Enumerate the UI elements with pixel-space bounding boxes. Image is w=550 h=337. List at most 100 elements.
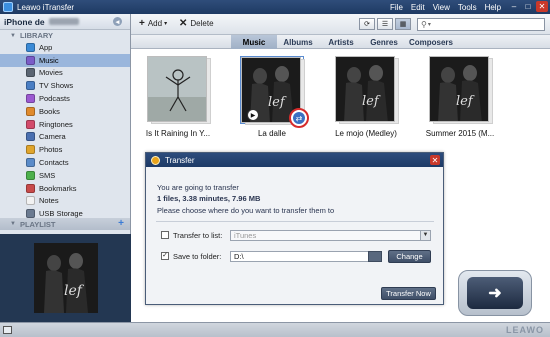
menu-edit[interactable]: Edit [411,3,425,12]
sidebar-item-label: Notes [39,196,59,206]
grid-view-icon[interactable]: ▦ [395,18,411,30]
sidebar-item-podcasts[interactable]: Podcasts [0,92,130,105]
collapse-triangle-icon: ▼ [10,32,16,39]
song-item[interactable]: lef Summer 2015 (M... [415,49,505,138]
album-art-summer-2015: lef [430,57,488,121]
sidebar-item-app[interactable]: App [0,41,130,54]
device-name-redacted [48,18,79,25]
title-bar: Leawo iTransfer File Edit View Tools Hel… [0,0,550,14]
play-icon[interactable]: ▶ [247,109,259,121]
transfer-song-button[interactable]: ⇄ [289,108,309,128]
album-art-le-mojo: lef [336,57,394,121]
photos-icon [26,145,35,155]
transfer-arrow-button[interactable]: ➜ [458,270,532,316]
song-grid: Is It Raining In Y... lef ▶ ⇄ La dalle l… [131,49,550,159]
library-header[interactable]: ▼ LIBRARY [0,30,130,41]
album-art-preview: lef [33,243,98,313]
sidebar-item-label: Camera [39,132,66,142]
sidebar-item-tv-shows[interactable]: TV Shows [0,79,130,92]
sidebar-item-sms[interactable]: SMS [0,169,130,182]
sidebar-item-camera[interactable]: Camera [0,131,130,144]
tab-artists[interactable]: Artists [321,35,361,49]
album-cover[interactable] [147,56,211,124]
transfer-arrows-icon: ⇄ [293,112,305,124]
now-playing-preview: lef [0,234,131,322]
sidebar-item-label: Podcasts [39,94,70,104]
ringtones-icon [26,119,35,129]
song-item[interactable]: lef Le mojo (Medley) [321,49,411,138]
playlist-header[interactable]: ▼ PLAYLIST + [0,218,130,230]
sidebar-item-ringtones[interactable]: Ringtones [0,118,130,131]
menu-tools[interactable]: Tools [458,3,477,12]
sidebar-item-photos[interactable]: Photos [0,143,130,156]
books-icon [26,106,35,116]
bookmarks-icon [26,183,35,193]
transfer-list-select[interactable]: iTunes ▼ [230,230,431,241]
sidebar-item-label: Books [39,106,60,116]
sidebar-item-label: Movies [39,68,63,78]
device-sync-icon[interactable]: ◂ [113,17,122,26]
album-cover[interactable]: lef [429,56,493,124]
sidebar-item-contacts[interactable]: Contacts [0,156,130,169]
podcasts-icon [26,94,35,104]
search-icon: ⚲ [421,20,427,29]
menu-file[interactable]: File [390,3,403,12]
transfer-to-list-checkbox[interactable] [161,231,169,239]
folder-icon[interactable] [368,251,382,262]
sidebar-item-label: Ringtones [39,119,73,129]
dialog-intro: You are going to transfer [157,183,239,192]
folder-path-field[interactable]: D:\ [230,251,381,262]
chevron-down-icon: ▾ [164,21,168,27]
add-button[interactable]: + Add ▾ [139,18,168,28]
sidebar-item-label: Photos [39,145,63,155]
music-icon [26,55,35,65]
transfer-to-list-label: Transfer to list: [173,231,223,240]
song-item-selected[interactable]: lef ▶ ⇄ La dalle [227,49,317,138]
close-icon[interactable]: ✕ [536,1,548,12]
change-button[interactable]: Change [388,250,431,263]
list-view-icon[interactable]: ☰ [377,18,393,30]
collapse-triangle-icon: ▼ [10,221,16,227]
svg-text:lef: lef [362,94,381,109]
menu-view[interactable]: View [433,3,450,12]
menu-bar: File Edit View Tools Help [390,0,509,14]
save-to-folder-checkbox[interactable]: ✓ [161,252,169,260]
album-cover[interactable]: lef [335,56,399,124]
song-title: Le mojo (Medley) [335,129,397,138]
song-item[interactable]: Is It Raining In Y... [133,49,223,138]
transfer-now-button[interactable]: Transfer Now [381,287,436,300]
tab-composers[interactable]: Composers [405,35,457,49]
song-title: La dalle [257,129,287,138]
sidebar-item-bookmarks[interactable]: Bookmarks [0,182,130,195]
toggle-preview-icon[interactable] [3,326,12,334]
sidebar-item-notes[interactable]: Notes [0,195,130,208]
transfer-icon [151,155,160,165]
chevron-down-icon: ▼ [420,231,430,240]
close-icon[interactable]: ✕ [430,155,440,165]
menu-help[interactable]: Help [485,3,501,12]
chevron-down-icon: ▾ [427,22,431,28]
sidebar-item-label: SMS [39,170,56,180]
maximize-icon[interactable]: □ [522,1,534,12]
contacts-icon [26,158,35,168]
album-art-raining [148,57,206,121]
camera-icon [26,132,35,142]
sidebar-item-label: Contacts [39,158,69,168]
sidebar-item-books[interactable]: Books [0,105,130,118]
delete-icon: ✕ [179,17,188,29]
dialog-title-bar: Transfer ✕ [146,153,443,167]
sidebar-item-music[interactable]: Music [0,53,130,67]
tab-music[interactable]: Music [231,35,277,49]
view-controls: ⟳ ☰ ▦ [357,18,411,30]
tab-genres[interactable]: Genres [363,35,405,49]
minimize-icon[interactable]: – [508,1,520,12]
add-playlist-icon[interactable]: + [118,219,124,229]
album-cover[interactable]: lef ▶ ⇄ [240,56,309,128]
tab-albums[interactable]: Albums [277,35,319,49]
sidebar-item-label: App [39,42,53,52]
sidebar-item-movies[interactable]: Movies [0,67,130,80]
refresh-icon[interactable]: ⟳ [359,18,375,30]
search-input[interactable]: ⚲ ▾ [417,18,545,31]
device-row[interactable]: iPhone de ◂ [0,14,130,30]
delete-button[interactable]: ✕ Delete [179,17,214,29]
